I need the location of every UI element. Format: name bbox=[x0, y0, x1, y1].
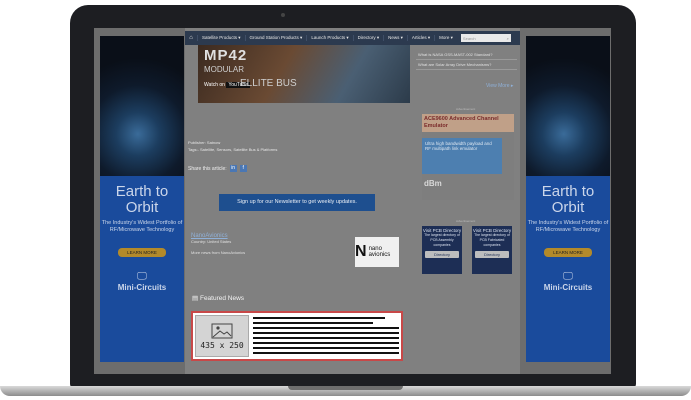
nano-avionics-icon: N bbox=[355, 243, 367, 260]
share-label: Share this article: bbox=[188, 165, 227, 172]
home-icon[interactable]: ⌂ bbox=[185, 35, 197, 41]
linkedin-share-button[interactable]: in bbox=[229, 165, 237, 172]
nav-item-launch-products[interactable]: Launch Products ▾ bbox=[306, 35, 352, 41]
document-icon: ▤ bbox=[192, 295, 199, 302]
view-more-link[interactable]: View More ▸ bbox=[486, 83, 513, 89]
pcb-directory-ad[interactable]: Visit PCB Directory The largest director… bbox=[422, 226, 462, 274]
learn-more-button[interactable]: LEARN MORE bbox=[544, 248, 592, 257]
search-icon[interactable]: ⌕ bbox=[507, 36, 509, 41]
dbm-logo: dBm bbox=[424, 179, 442, 188]
nav-item-satellite-products[interactable]: Satellite Products ▾ bbox=[197, 35, 245, 41]
camera-icon bbox=[281, 13, 285, 17]
ad-panel: Earth to Orbit The Industry's Widest Por… bbox=[100, 176, 184, 362]
ad-tag: Advertisement bbox=[456, 219, 476, 223]
related-link[interactable]: What are Solar Array Drive Mechanisms? bbox=[416, 60, 517, 70]
logo-text: nano avionics bbox=[368, 246, 391, 258]
video-subtitle: MODULAR bbox=[204, 65, 245, 74]
earth-image bbox=[526, 36, 610, 176]
publisher: Publisher: Satnow bbox=[188, 140, 221, 145]
nav-item-ground-station-products[interactable]: Ground Station Products ▾ bbox=[244, 35, 307, 41]
ad-tag: Advertisement bbox=[456, 107, 476, 111]
featured-news-card[interactable]: 435 x 250 bbox=[191, 311, 403, 361]
text-line bbox=[253, 332, 399, 334]
text-line bbox=[253, 317, 385, 319]
search-input[interactable]: Search ⌕ bbox=[460, 34, 511, 42]
newsletter-signup-button[interactable]: Sign up for our Newsletter to get weekly… bbox=[219, 194, 375, 211]
video-embed[interactable]: MP42 MODULAR Watch on YouTube ELLITE BUS bbox=[198, 45, 410, 103]
placeholder-size: 435 x 250 bbox=[200, 340, 244, 350]
directory-pill: Directory bbox=[475, 251, 509, 258]
nav-item-more[interactable]: More ▾ bbox=[434, 35, 457, 41]
top-navigation: ⌂ Satellite Products ▾ Ground Station Pr… bbox=[185, 31, 520, 45]
ad-tagline: The Industry's Widest Portfolio of RF/Mi… bbox=[101, 220, 183, 233]
nav-item-articles[interactable]: Articles ▾ bbox=[406, 35, 434, 41]
image-icon bbox=[211, 323, 233, 338]
left-advertisement[interactable]: Earth to Orbit The Industry's Widest Por… bbox=[100, 36, 184, 362]
laptop-notch bbox=[288, 386, 403, 390]
ad-panel: Earth to Orbit The Industry's Widest Por… bbox=[526, 176, 610, 362]
video-caption: ELLITE BUS bbox=[240, 78, 297, 89]
ad-body: Ultra high bandwidth payload and RF mult… bbox=[422, 138, 502, 174]
search-placeholder: Search bbox=[462, 35, 476, 41]
ad-tagline: The Industry's Widest Portfolio of RF/Mi… bbox=[527, 220, 609, 233]
nav-item-directory[interactable]: Directory ▾ bbox=[352, 35, 384, 41]
dbm-advertisement[interactable]: ACE9600 Advanced Channel Emulator Ultra … bbox=[422, 114, 514, 200]
earth-image bbox=[100, 36, 184, 176]
tags: Tags:- Satellite, Sensors, Satellite Bus… bbox=[188, 147, 278, 152]
directory-pill: Directory bbox=[425, 251, 459, 258]
brand-logo: Mini-Circuits bbox=[543, 283, 593, 292]
learn-more-button[interactable]: LEARN MORE bbox=[118, 248, 166, 257]
image-placeholder: 435 x 250 bbox=[195, 315, 249, 357]
monitor-icon: 🖵 bbox=[137, 271, 147, 282]
company-card: NanoAvionics Country: United States More… bbox=[191, 233, 403, 273]
laptop-screen: ⌂ Satellite Products ▾ Ground Station Pr… bbox=[94, 28, 611, 374]
related-links: What is NASA GSS-MAST-002 Standard? What… bbox=[416, 50, 517, 70]
pcb-directory-ad[interactable]: Visit PCB Directory The largest director… bbox=[472, 226, 512, 274]
ad-headline: Earth to Orbit bbox=[115, 183, 169, 216]
featured-news-heading: ▤ Featured News bbox=[192, 295, 245, 302]
video-title: MP42 bbox=[204, 47, 248, 64]
text-line bbox=[253, 327, 399, 329]
related-link[interactable]: What is NASA GSS-MAST-002 Standard? bbox=[416, 50, 517, 60]
text-line bbox=[253, 322, 373, 324]
text-line bbox=[253, 342, 399, 344]
directory-text: The largest directory of PCB Assembly co… bbox=[424, 233, 460, 247]
text-line bbox=[253, 352, 399, 354]
share-bar: Share this article: in f bbox=[188, 165, 247, 172]
nav-item-news[interactable]: News ▾ bbox=[383, 35, 407, 41]
facebook-share-button[interactable]: f bbox=[239, 165, 247, 172]
brand-logo: Mini-Circuits bbox=[117, 283, 167, 292]
article-meta: Publisher: Satnow Tags:- Satellite, Sens… bbox=[188, 139, 277, 153]
company-logo[interactable]: N nano avionics bbox=[355, 237, 399, 267]
right-advertisement[interactable]: Earth to Orbit The Industry's Widest Por… bbox=[526, 36, 610, 362]
directory-text: The largest directory of PCB Fabricated … bbox=[474, 233, 510, 247]
ad-headline: Earth to Orbit bbox=[541, 183, 595, 216]
text-line bbox=[253, 347, 399, 349]
monitor-icon: 🖵 bbox=[563, 271, 573, 282]
ad-headline: ACE9600 Advanced Channel Emulator bbox=[422, 114, 514, 132]
text-line bbox=[253, 337, 399, 339]
